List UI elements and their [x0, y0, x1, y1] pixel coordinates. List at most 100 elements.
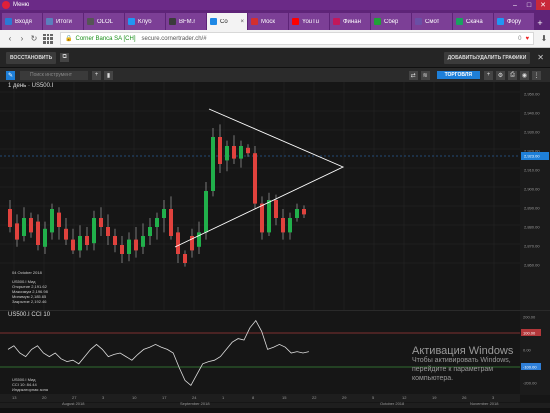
- zoom-in-icon[interactable]: +: [484, 70, 493, 80]
- tab-8[interactable]: Финан: [330, 13, 370, 30]
- x-tick-label: 20: [42, 395, 47, 400]
- menu-button[interactable]: Меню: [13, 2, 29, 8]
- price-tick-label: 2,880.00: [524, 225, 540, 230]
- new-tab-icon[interactable]: +: [535, 15, 545, 30]
- bookmark-heart-icon[interactable]: ♥: [525, 36, 529, 42]
- tab-10[interactable]: Смот: [412, 13, 452, 30]
- tab-label: Входя: [15, 18, 32, 25]
- price-chart-pane[interactable]: 2,950.00 2,940.00 2,930.00 2,920.00 2,910.00…: [0, 82, 550, 310]
- candle-body: [302, 209, 306, 215]
- price-tick-label: 2,870.00: [524, 244, 540, 249]
- tab-4[interactable]: BFM.r: [166, 13, 206, 30]
- opera-logo-icon[interactable]: [2, 1, 10, 9]
- interval-label[interactable]: 1 день · US500.I: [8, 83, 53, 89]
- osc-info-box: US500.I Мид CCI 10: 84.44 Индикаторная з…: [12, 377, 48, 392]
- tab-close-icon[interactable]: ×: [240, 19, 244, 25]
- compare-icon[interactable]: ⇄: [408, 70, 418, 80]
- popout-icon[interactable]: ⧉: [60, 53, 70, 62]
- x-tick-label: 22: [312, 395, 317, 400]
- oscillator-label[interactable]: US500.I CCI 10: [8, 312, 50, 318]
- minimize-icon[interactable]: –: [508, 0, 522, 10]
- tab-12[interactable]: Фору: [494, 13, 534, 30]
- tab-label: BFM.r: [179, 18, 196, 25]
- speed-dial-icon[interactable]: [43, 33, 53, 44]
- price-tick-label: 2,860.00: [524, 263, 540, 268]
- camera-icon[interactable]: ◉: [520, 70, 529, 80]
- chart-type-icon[interactable]: ▮: [104, 70, 113, 80]
- candle-body: [22, 218, 26, 236]
- x-tick-label: 13: [12, 395, 17, 400]
- x-tick-label: 17: [162, 395, 167, 400]
- candle-body: [295, 209, 299, 218]
- tab-label: Моск: [261, 18, 276, 25]
- candle-body: [29, 218, 33, 233]
- vpn-badge[interactable]: 0: [518, 36, 521, 42]
- tab-7[interactable]: YouTu: [289, 13, 329, 30]
- window-controls: – □ ✕: [508, 0, 550, 10]
- osc-tick-label: -200.00: [523, 381, 537, 386]
- price-tick-label: 2,930.00: [524, 130, 540, 135]
- url-field[interactable]: 🔒 Corner Banca SA [CH] secure.cornertrad…: [60, 32, 534, 45]
- candle-body: [183, 254, 187, 263]
- maximize-icon[interactable]: □: [522, 0, 536, 10]
- draw-tool-icon[interactable]: ✎: [6, 70, 15, 80]
- x-tick-label: 3: [102, 395, 105, 400]
- candle-body: [218, 137, 222, 164]
- chart-toolbar-top: ВОССТАНОВИТЬ ⧉ ДОБАВИТЬ/УДАЛИТЬ ГРАФИКИ …: [0, 48, 550, 68]
- tab-favicon-icon: [292, 18, 299, 25]
- close-panel-icon[interactable]: ✕: [537, 53, 544, 62]
- tab-favicon-icon: [169, 18, 176, 25]
- print-icon[interactable]: ⎙: [508, 70, 517, 80]
- price-tick-label: 2,950.00: [524, 92, 540, 97]
- add-remove-charts-button[interactable]: ДОБАВИТЬ/УДАЛИТЬ ГРАФИКИ: [443, 51, 531, 64]
- candle-body: [99, 218, 103, 227]
- x-tick-label: 27: [72, 395, 77, 400]
- back-icon[interactable]: ‹: [4, 33, 16, 45]
- toolbar2-right: ⇄ ≋ ТОРГОВЛЯ + ⚙ ⎙ ◉ ⋮: [408, 70, 544, 80]
- screen: Меню – □ ✕ Входя Итоги OLOL Клуб BFM.r Co × Мос…: [0, 0, 550, 413]
- tab-6[interactable]: Моск: [248, 13, 288, 30]
- cci-line: [7, 319, 309, 387]
- osc-info-extra: Индикаторная зона: [12, 387, 49, 392]
- candle-body: [36, 221, 40, 245]
- tab-5[interactable]: Co ×: [207, 13, 247, 30]
- triangle-pattern-drawing: [174, 108, 345, 248]
- add-instrument-icon[interactable]: +: [92, 70, 101, 80]
- tab-11[interactable]: Скача: [453, 13, 493, 30]
- tab-favicon-icon: [210, 18, 217, 25]
- tab-2[interactable]: OLOL: [84, 13, 124, 30]
- close-window-icon[interactable]: ✕: [536, 0, 550, 10]
- price-chart[interactable]: 2,950.002,940.002,930.002,920.002,910.00…: [0, 82, 550, 310]
- forward-icon[interactable]: ›: [16, 33, 28, 45]
- candle-body: [15, 223, 19, 240]
- tab-favicon-icon: [46, 18, 53, 25]
- candle-body: [148, 227, 152, 236]
- tab-3[interactable]: Клуб: [125, 13, 165, 30]
- download-icon[interactable]: ⬇: [538, 33, 550, 45]
- indicators-icon[interactable]: ≋: [420, 70, 430, 80]
- candle-body: [78, 236, 82, 251]
- tab-favicon-icon: [456, 18, 463, 25]
- tab-9[interactable]: Сбер: [371, 13, 411, 30]
- price-axis-bg: [520, 82, 550, 310]
- watermark-line2: Чтобы активировать Windows,: [412, 357, 511, 364]
- candle-body: [134, 239, 138, 251]
- more-icon[interactable]: ⋮: [532, 70, 541, 80]
- candle-body: [113, 236, 117, 245]
- x-tick-label: 29: [342, 395, 347, 400]
- instrument-search-input[interactable]: Поиск инструмент: [20, 70, 88, 80]
- info-close: Закрытие 2,192.46: [12, 299, 47, 304]
- tab-favicon-icon: [87, 18, 94, 25]
- watermark-line4: компьютера.: [412, 375, 454, 382]
- tab-0[interactable]: Входя: [2, 13, 42, 30]
- chart-toolbar: ✎ Поиск инструмент + ▮ ⇄ ≋ ТОРГОВЛЯ + ⚙ …: [0, 68, 550, 82]
- x-tick-label: 10: [132, 395, 137, 400]
- tab-1[interactable]: Итоги: [43, 13, 83, 30]
- trade-button[interactable]: ТОРГОВЛЯ: [436, 71, 480, 79]
- settings-icon[interactable]: ⚙: [496, 70, 505, 80]
- x-tick-label: 12: [402, 395, 407, 400]
- tab-strip: Входя Итоги OLOL Клуб BFM.r Co × Моск YouTu Финан…: [0, 10, 550, 30]
- reload-icon[interactable]: ↻: [28, 33, 40, 45]
- restore-button[interactable]: ВОССТАНОВИТЬ: [6, 51, 57, 64]
- candle-body: [106, 227, 110, 236]
